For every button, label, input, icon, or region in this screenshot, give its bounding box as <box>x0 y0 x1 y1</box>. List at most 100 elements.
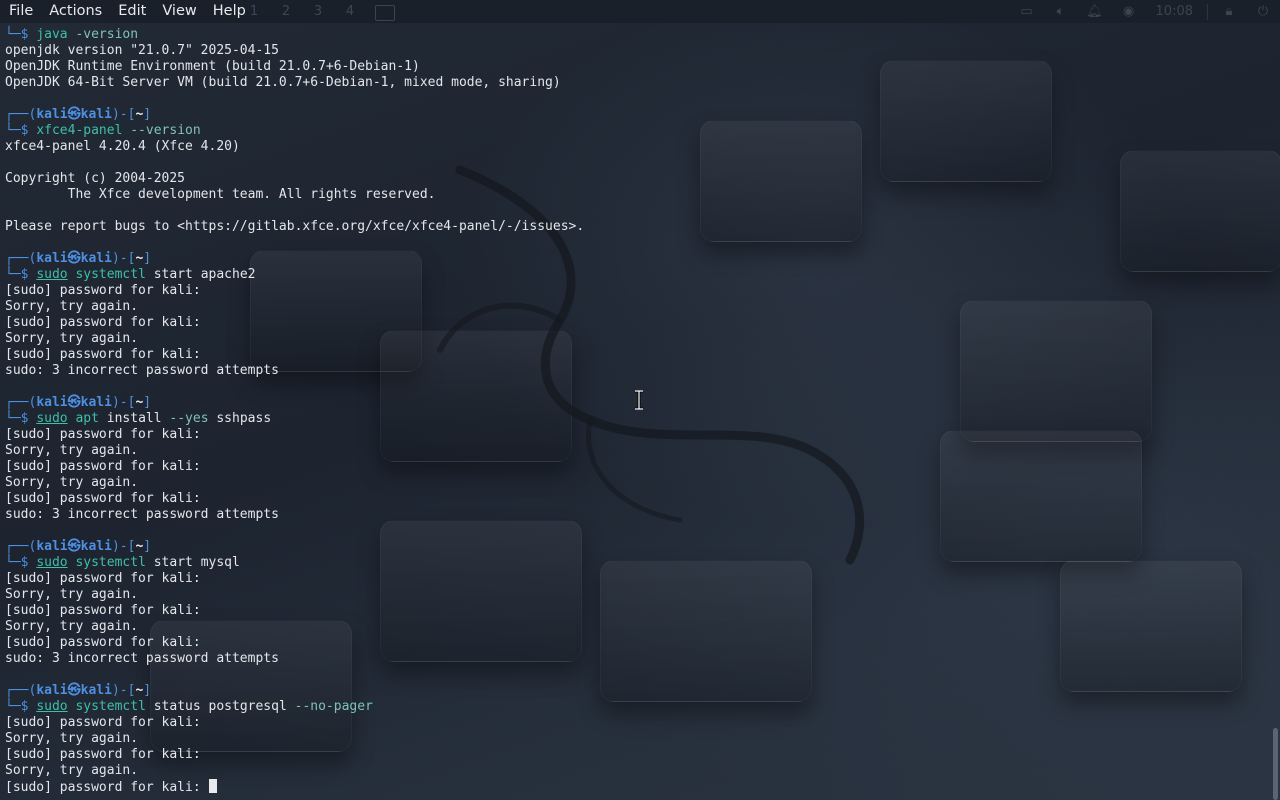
prompt-header: ┌──(kali㉿kali)-[~] <box>5 251 1270 267</box>
output-line: OpenJDK Runtime Environment (build 21.0.… <box>5 59 420 74</box>
workspace-4[interactable]: 4 <box>334 4 366 19</box>
prompt-at: ㉿ <box>67 107 81 122</box>
output-line: Sorry, try again. <box>5 299 139 314</box>
workspace-1[interactable]: 1 <box>238 4 270 19</box>
output-line: sudo: 3 incorrect password attempts <box>5 651 279 666</box>
prompt-at: ㉿ <box>67 395 81 410</box>
command-sudo: sudo <box>36 411 68 426</box>
terminal-output[interactable]: └─$ java -version openjdk version "21.0.… <box>0 27 1270 800</box>
prompt-host: kali <box>80 683 112 698</box>
prompt-user: kali <box>36 539 68 554</box>
output-line: [sudo] password for kali: <box>5 283 201 298</box>
workspace-2[interactable]: 2 <box>270 4 302 19</box>
prompt-arrow: └─$ <box>5 123 37 138</box>
output-line: sudo: 3 incorrect password attempts <box>5 507 279 522</box>
prompt-line: └─$ sudo systemctl start apache2 <box>5 267 1270 283</box>
output-line: xfce4-panel 4.20.4 (Xfce 4.20) <box>5 139 240 154</box>
output-line: Sorry, try again. <box>5 331 139 346</box>
output-line: [sudo] password for kali: <box>5 459 201 474</box>
output-line: Sorry, try again. <box>5 443 139 458</box>
output-line: [sudo] password for kali: <box>5 427 201 442</box>
output-line: Sorry, try again. <box>5 619 139 634</box>
output-line: The Xfce development team. All rights re… <box>5 187 436 202</box>
prompt-frame: ] <box>143 539 152 554</box>
prompt-arrow: └─$ <box>5 27 37 42</box>
terminal-task-icon[interactable] <box>375 5 395 21</box>
prompt-line: └─$ xfce4-panel --version <box>5 123 1270 139</box>
scrollbar-thumb[interactable] <box>1273 728 1278 800</box>
volume-icon[interactable]: 🔈︎ <box>1044 0 1078 23</box>
prompt-arrow: └─$ <box>5 267 37 282</box>
prompt-frame: ┌──( <box>5 395 37 410</box>
prompt-header: ┌──(kali㉿kali)-[~] <box>5 107 1270 123</box>
output-line: [sudo] password for kali: <box>5 571 201 586</box>
output-line: [sudo] password for kali: <box>5 347 201 362</box>
password-prompt-line[interactable]: [sudo] password for kali: <box>5 779 1270 795</box>
prompt-header: ┌──(kali㉿kali)-[~] <box>5 683 1270 699</box>
command-args: start apache2 <box>145 267 256 282</box>
prompt-frame: ] <box>143 395 152 410</box>
command-name: apt <box>75 411 99 426</box>
text-cursor <box>208 779 217 793</box>
prompt-frame: ┌──( <box>5 539 37 554</box>
terminal-scrollbar[interactable] <box>1270 23 1280 800</box>
command-args: start mysql <box>145 555 240 570</box>
output-line: sudo: 3 incorrect password attempts <box>5 363 279 378</box>
prompt-user: kali <box>36 395 68 410</box>
prompt-frame: )-[ <box>111 683 136 698</box>
output-line: Copyright (c) 2004-2025 <box>5 171 186 186</box>
output-line: Sorry, try again. <box>5 475 139 490</box>
output-line: [sudo] password for kali: <box>5 715 201 730</box>
command-args: status postgresql <box>145 699 295 714</box>
prompt-user: kali <box>36 251 68 266</box>
command-sudo: sudo <box>36 699 68 714</box>
command-sudo: sudo <box>36 555 68 570</box>
power-manager-icon[interactable]: ◉ <box>1112 0 1146 23</box>
output-line: [sudo] password for kali: <box>5 603 201 618</box>
menu-view[interactable]: View <box>154 0 204 23</box>
prompt-user: kali <box>36 683 68 698</box>
menu-edit[interactable]: Edit <box>110 0 154 23</box>
prompt-frame: ] <box>143 683 152 698</box>
prompt-frame: ] <box>143 251 152 266</box>
prompt-line: └─$ sudo systemctl start mysql <box>5 555 1270 571</box>
command-name: systemctl <box>75 699 146 714</box>
clock[interactable]: 10:08 <box>1146 4 1203 19</box>
prompt-frame: ┌──( <box>5 107 37 122</box>
output-line: Sorry, try again. <box>5 731 139 746</box>
prompt-line: └─$ sudo systemctl status postgresql --n… <box>5 699 1270 715</box>
prompt-header: ┌──(kali㉿kali)-[~] <box>5 539 1270 555</box>
menu-actions[interactable]: Actions <box>41 0 110 23</box>
command-flag: --yes <box>169 411 209 426</box>
output-line: Sorry, try again. <box>5 763 139 778</box>
logout-icon[interactable]: ⏻ <box>1246 0 1280 23</box>
menu-file[interactable]: File <box>0 0 41 23</box>
ibeam-cursor-icon <box>635 390 643 410</box>
output-line: [sudo] password for kali: <box>5 747 201 762</box>
command-flag: --no-pager <box>294 699 373 714</box>
password-prompt-text: [sudo] password for kali: <box>5 780 209 795</box>
terminal-menubar: File Actions Edit View Help <box>0 0 254 23</box>
prompt-frame: )-[ <box>111 251 136 266</box>
display-icon[interactable]: ▭ <box>1010 0 1044 23</box>
workspace-3[interactable]: 3 <box>302 4 334 19</box>
command-name: java <box>36 27 68 42</box>
prompt-host: kali <box>80 395 112 410</box>
output-line: [sudo] password for kali: <box>5 315 201 330</box>
notification-bell-icon[interactable]: 🔔︎ <box>1078 0 1112 23</box>
command-args: --version <box>122 123 201 138</box>
command-name: systemctl <box>75 267 146 282</box>
output-line: Sorry, try again. <box>5 587 139 602</box>
output-line: openjdk version "21.0.7" 2025-04-15 <box>5 43 279 58</box>
prompt-line: └─$ java -version <box>5 27 1270 43</box>
prompt-frame: ┌──( <box>5 683 37 698</box>
lock-icon[interactable]: 🔒︎ <box>1212 0 1246 23</box>
output-line: [sudo] password for kali: <box>5 635 201 650</box>
tray-separator <box>1207 3 1208 20</box>
prompt-host: kali <box>80 107 112 122</box>
